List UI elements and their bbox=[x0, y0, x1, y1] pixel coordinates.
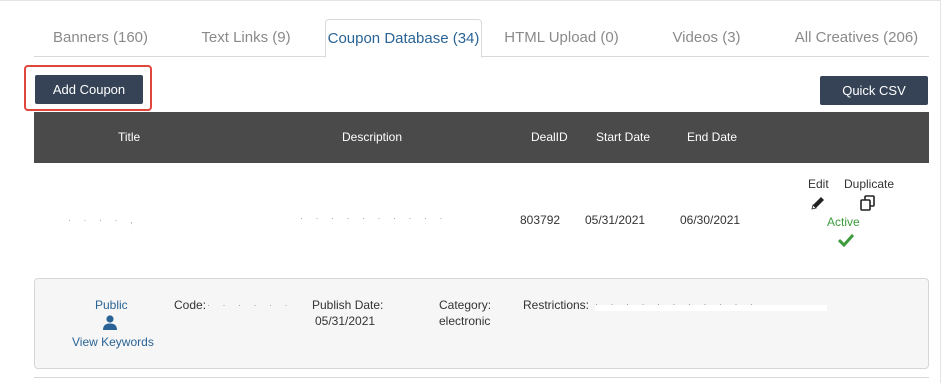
visibility-link[interactable]: Public bbox=[95, 298, 128, 312]
code-label: Code: bbox=[174, 298, 207, 312]
edit-link[interactable]: Edit bbox=[808, 177, 829, 191]
user-icon bbox=[103, 315, 117, 330]
divider bbox=[34, 377, 929, 378]
duplicate-link[interactable]: Duplicate bbox=[844, 177, 894, 191]
tab-banners[interactable]: Banners (160) bbox=[34, 19, 167, 57]
view-keywords-link[interactable]: View Keywords bbox=[72, 335, 154, 349]
copy-icon[interactable] bbox=[859, 194, 877, 212]
status-badge: Active bbox=[827, 215, 860, 229]
header-title: Title bbox=[118, 130, 141, 144]
header-start-date: Start Date bbox=[596, 130, 651, 144]
header-end-date: End Date bbox=[687, 130, 738, 144]
creative-tabs: Banners (160) Text Links (9) Coupon Data… bbox=[34, 19, 929, 58]
start-date-value: 05/31/2021 bbox=[585, 213, 646, 227]
tab-videos[interactable]: Videos (3) bbox=[641, 19, 772, 57]
category-label: Category: bbox=[439, 298, 492, 312]
redaction-bar bbox=[595, 305, 827, 311]
redacted-code: · · · · · · bbox=[207, 300, 293, 310]
tab-html-upload[interactable]: HTML Upload (0) bbox=[495, 19, 628, 57]
end-date-value: 06/30/2021 bbox=[680, 213, 741, 227]
header-description: Description bbox=[342, 130, 403, 144]
publish-date-value: 05/31/2021 bbox=[315, 314, 376, 328]
tab-coupon-database[interactable]: Coupon Database (34) bbox=[325, 19, 482, 58]
coupon-details-panel: Public View Keywords Code: · · · · · · P… bbox=[34, 278, 929, 369]
table-row: · · · · , · · · · · · · · · · 803792 05/… bbox=[34, 163, 929, 273]
quick-csv-button[interactable]: Quick CSV bbox=[820, 76, 928, 105]
pencil-icon[interactable] bbox=[810, 195, 826, 211]
redacted-description: · · · · · · · · · · bbox=[300, 213, 448, 223]
table-header: Title Description DealID Start Date End … bbox=[34, 112, 929, 163]
header-deal-id: DealID bbox=[531, 130, 568, 144]
tab-text-links[interactable]: Text Links (9) bbox=[180, 19, 312, 57]
deal-id-value: 803792 bbox=[520, 213, 561, 227]
category-value: electronic bbox=[439, 314, 491, 328]
add-coupon-button[interactable]: Add Coupon bbox=[35, 75, 143, 104]
redacted-title: · · · · , bbox=[68, 215, 138, 225]
checkmark-icon bbox=[838, 233, 854, 247]
restrictions-label: Restrictions: bbox=[523, 298, 590, 312]
tab-all-creatives[interactable]: All Creatives (206) bbox=[784, 19, 929, 57]
publish-date-label: Publish Date: bbox=[312, 298, 384, 312]
